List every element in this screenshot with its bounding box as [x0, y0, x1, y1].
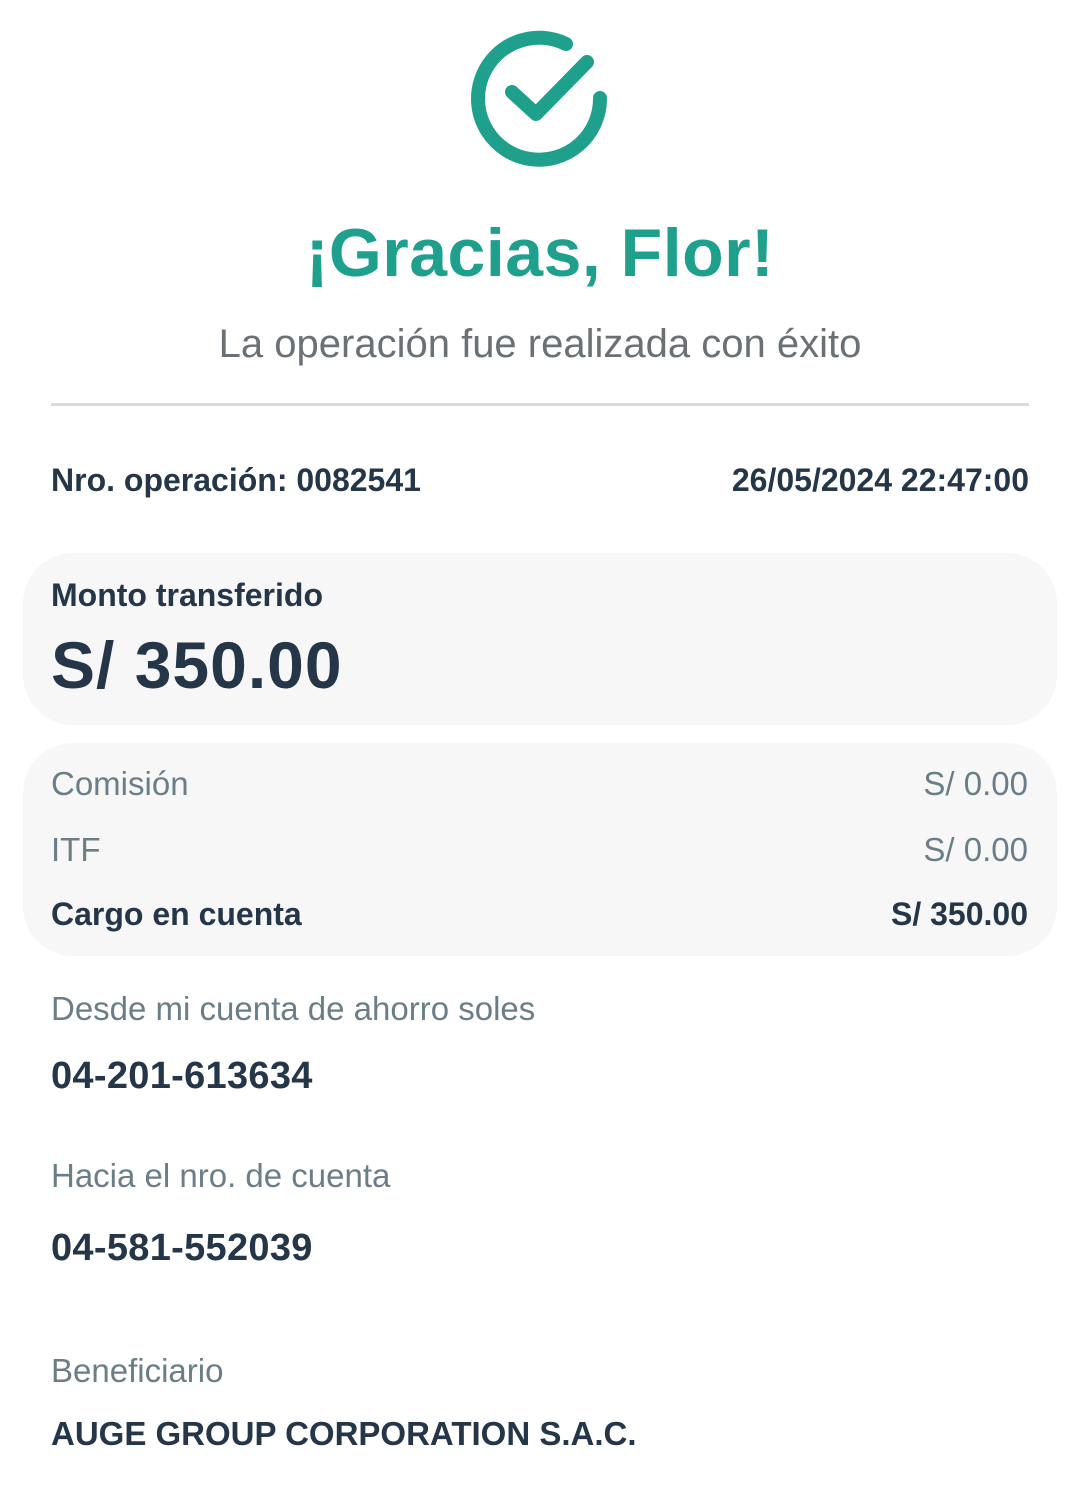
charge-row: Cargo en cuenta S/ 350.00 — [51, 896, 1028, 933]
page-subtitle: La operación fue realizada con éxito — [218, 322, 862, 366]
beneficiary-name: AUGE GROUP CORPORATION S.A.C. — [51, 1415, 637, 1452]
commission-row: Comisión S/ 0.00 — [51, 765, 1028, 803]
fees-card: Comisión S/ 0.00 ITF S/ 0.00 Cargo en cu… — [23, 743, 1057, 956]
itf-label: ITF — [51, 831, 101, 868]
divider — [51, 403, 1029, 406]
operation-meta-row: Nro. operación: 0082541 26/05/2024 22:47… — [51, 462, 1029, 499]
check-circle-icon — [471, 30, 608, 167]
from-account-label: Desde mi cuenta de ahorro soles — [51, 990, 536, 1027]
operation-number: Nro. operación: 0082541 — [51, 462, 421, 498]
page-title: ¡Gracias, Flor! — [305, 215, 775, 291]
amount-label: Monto transferido — [51, 577, 323, 613]
amount-value: S/ 350.00 — [51, 628, 343, 702]
to-account-label: Hacia el nro. de cuenta — [51, 1157, 391, 1194]
charge-label: Cargo en cuenta — [51, 896, 302, 932]
to-account-number: 04-581-552039 — [51, 1227, 313, 1269]
operation-datetime: 26/05/2024 22:47:00 — [731, 462, 1029, 498]
from-account-number: 04-201-613634 — [51, 1055, 313, 1097]
itf-value: S/ 0.00 — [923, 831, 1028, 868]
commission-value: S/ 0.00 — [923, 765, 1028, 802]
beneficiary-label: Beneficiario — [51, 1352, 224, 1389]
itf-row: ITF S/ 0.00 — [51, 831, 1028, 869]
commission-label: Comisión — [51, 765, 189, 802]
amount-card: Monto transferido S/ 350.00 — [23, 553, 1057, 725]
charge-value: S/ 350.00 — [891, 896, 1028, 932]
